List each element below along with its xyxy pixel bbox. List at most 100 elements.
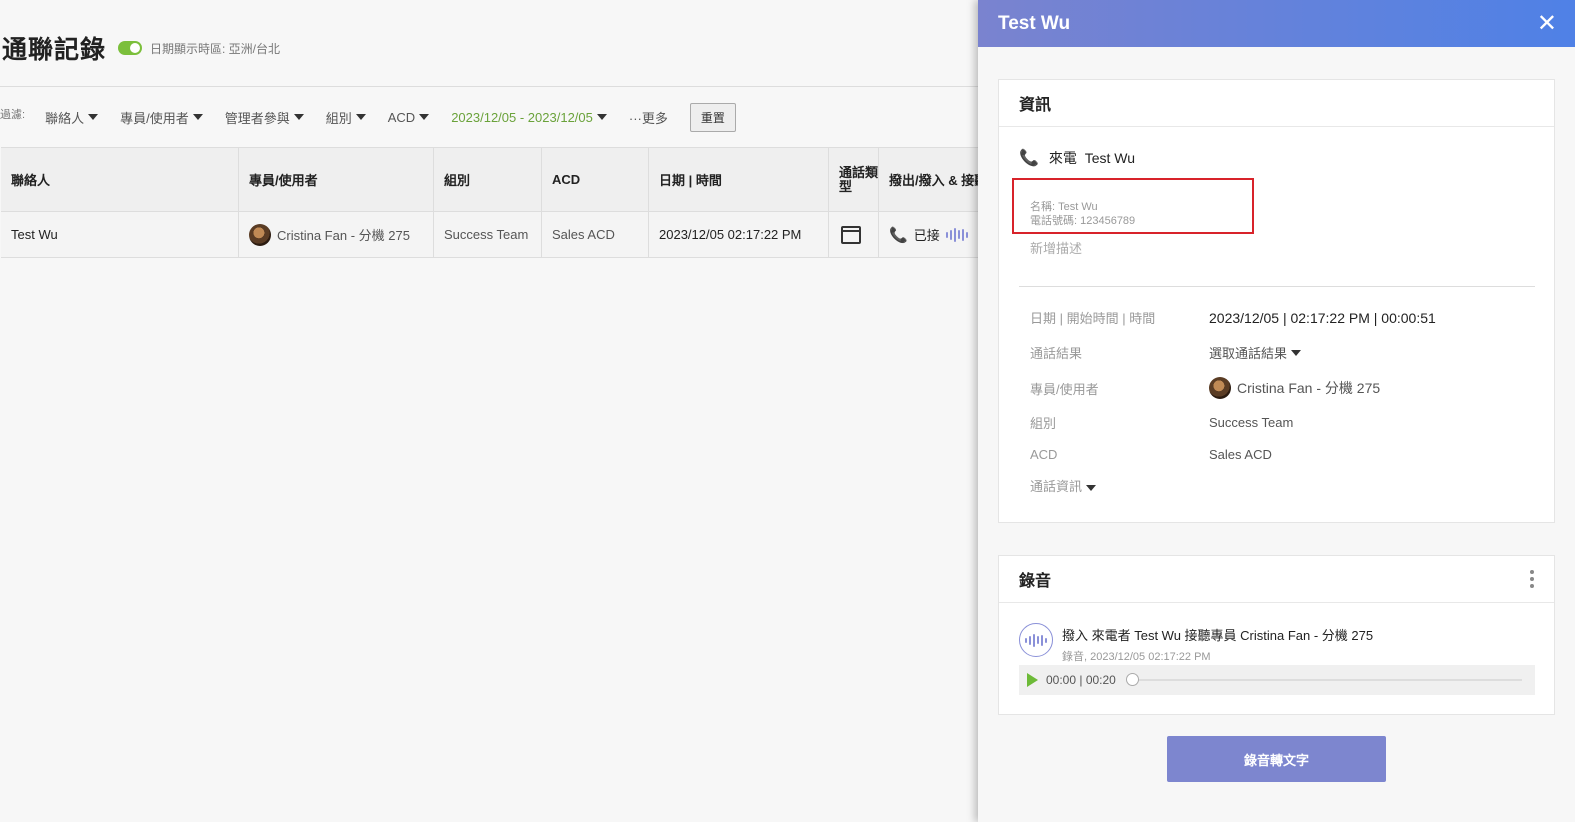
cell-calltype [829,212,879,257]
filter-more[interactable]: ···更多 [629,108,668,127]
column-header[interactable]: 專員/使用者 [239,148,434,211]
timezone-toggle[interactable] [118,41,143,55]
info-divider [1019,286,1535,287]
caret-down-icon [88,114,99,120]
kebab-menu-icon[interactable] [1530,570,1534,588]
recording-card: 錄音 撥入 來電者 Test Wu 接聽專員 Cristina Fan - 分機… [998,555,1555,715]
column-header[interactable]: ACD [542,148,649,211]
recording-item: 撥入 來電者 Test Wu 接聽專員 Cristina Fan - 分機 27… [1019,623,1373,664]
filter-label: 專員/使用者 [120,110,189,126]
recording-item-subtitle: 錄音, 2023/12/05 02:17:22 PM [1062,651,1211,663]
status-label: 已接 [913,228,940,243]
audio-player: 00:00 | 00:20 [1019,665,1535,695]
info-row-acd: ACD Sales ACD [1030,447,1272,462]
info-value: 2023/12/05 | 02:17:22 PM | 00:00:51 [1209,309,1436,326]
select-label: 選取通話結果 [1209,346,1288,361]
playback-time: 00:00 | 00:20 [1046,673,1116,687]
caret-down-icon [1291,349,1302,356]
call-detail-panel: Test Wu ✕ 資訊 📞 來電 Test Wu 名稱: Test Wu 電話… [978,0,1575,822]
incoming-call-icon: 📞 [889,226,908,244]
filter-acd[interactable]: ACD [387,109,430,125]
call-log-page: 通聯記錄 日期顯示時區: 亞洲/台北 過濾: 聯絡人 專員/使用者 管理者參與 … [0,0,978,822]
cell-status: 📞 已接 [879,212,978,257]
caller-line: 📞 來電 Test Wu [1019,148,1135,168]
recording-item-title: 撥入 來電者 Test Wu 接聽專員 Cristina Fan - 分機 27… [1062,628,1374,643]
filter-label: 組別 [325,110,352,126]
info-key: 組別 [1030,416,1057,431]
info-title: 資訊 [1019,97,1052,114]
agent-name: Cristina Fan - 分機 275 [1237,380,1381,396]
table-row[interactable]: Test Wu Cristina Fan - 分機 275 Success Te… [1,212,978,258]
column-header[interactable]: 組別 [434,148,542,211]
filter-date-range[interactable]: 2023/12/05 - 2023/12/05 [451,110,607,125]
reset-button[interactable]: 重置 [689,102,736,132]
info-key: 日期 | 開始時間 | 時間 [1030,311,1156,326]
calltype-icon [841,225,861,244]
cell-agent: Cristina Fan - 分機 275 [239,212,434,257]
table-header: 聯絡人 專員/使用者 組別 ACD 日期 | 時間 通話類型 撥出/撥入 & 接… [1,148,978,212]
info-value-agent: Cristina Fan - 分機 275 [1209,377,1380,399]
info-key: 通話結果 [1030,346,1083,361]
recording-title: 錄音 [1019,573,1052,590]
cell-group: Success Team [434,212,542,257]
info-row-agent: 專員/使用者 Cristina Fan - 分機 275 [1030,377,1380,399]
column-header[interactable]: 撥出/撥入 & 接聽 [879,148,978,211]
filter-label: ACD [387,109,416,125]
date-range-label: 2023/12/05 - 2023/12/05 [451,109,593,125]
call-info-toggle[interactable]: 通話資訊 [1030,476,1097,495]
filter-group[interactable]: 組別 [326,108,366,127]
audio-wave-icon [1019,623,1053,657]
filter-manager[interactable]: 管理者參與 [225,108,304,127]
page-header: 通聯記錄 日期顯示時區: 亞洲/台北 [0,30,280,66]
caret-down-icon [192,114,203,120]
cell-datetime: 2023/12/05 02:17:22 PM [649,212,829,257]
filter-label: 管理者參與 [224,110,290,126]
call-result-select[interactable]: 選取通話結果 [1209,343,1302,362]
call-log-table: 聯絡人 專員/使用者 組別 ACD 日期 | 時間 通話類型 撥出/撥入 & 接… [1,147,978,258]
recording-card-header: 錄音 [999,556,1554,603]
audio-wave-icon[interactable] [945,227,968,242]
incoming-call-icon: 📞 [1019,150,1039,167]
cell-contact: Test Wu [1,212,239,257]
info-value: Success Team [1209,415,1294,430]
call-info-label: 通話資訊 [1030,476,1097,495]
panel-header: Test Wu ✕ [978,0,1575,47]
column-header[interactable]: 通話類型 [829,148,879,211]
transcribe-button[interactable]: 錄音轉文字 [1167,736,1386,782]
filter-contact[interactable]: 聯絡人 [45,108,99,127]
timezone-label: 日期顯示時區: 亞洲/台北 [150,41,281,56]
filter-prefix: 過濾: [0,109,26,121]
progress-knob[interactable] [1126,673,1139,686]
filter-bar: 過濾: 聯絡人 專員/使用者 管理者參與 組別 ACD 2023/12/05 -… [0,102,736,132]
agent-name: Cristina Fan - 分機 275 [277,228,410,243]
caret-down-icon [1086,485,1097,491]
caret-down-icon [596,114,607,120]
info-card-header: 資訊 [999,80,1554,127]
header-divider [0,86,978,87]
info-card: 資訊 📞 來電 Test Wu 名稱: Test Wu 電話號碼: 123456… [998,79,1555,523]
cell-acd: Sales ACD [542,212,649,257]
avatar [249,223,271,246]
page-title: 通聯記錄 [2,36,107,64]
info-row-group: 組別 Success Team [1030,413,1293,432]
add-description-link[interactable]: 新增描述 [1030,238,1082,257]
close-icon[interactable]: ✕ [1537,9,1557,38]
caller-text: 來電 Test Wu [1048,150,1136,166]
info-row-result: 通話結果 選取通話結果 [1030,343,1302,362]
play-icon[interactable] [1027,673,1038,687]
panel-title: Test Wu [998,12,1071,34]
caret-down-icon [355,114,366,120]
avatar [1209,377,1231,399]
contact-phone: 電話號碼: 123456789 [1030,215,1136,227]
info-value: Sales ACD [1209,447,1272,462]
column-header[interactable]: 聯絡人 [1,148,239,211]
filter-label: 聯絡人 [45,110,85,126]
caret-down-icon [293,114,304,120]
info-key: ACD [1030,447,1058,462]
filter-agent[interactable]: 專員/使用者 [120,108,203,127]
caret-down-icon [419,114,430,120]
info-row-date: 日期 | 開始時間 | 時間 2023/12/05 | 02:17:22 PM … [1030,308,1436,327]
progress-track[interactable] [1132,679,1522,681]
info-key: 專員/使用者 [1030,381,1099,397]
column-header[interactable]: 日期 | 時間 [649,148,829,211]
